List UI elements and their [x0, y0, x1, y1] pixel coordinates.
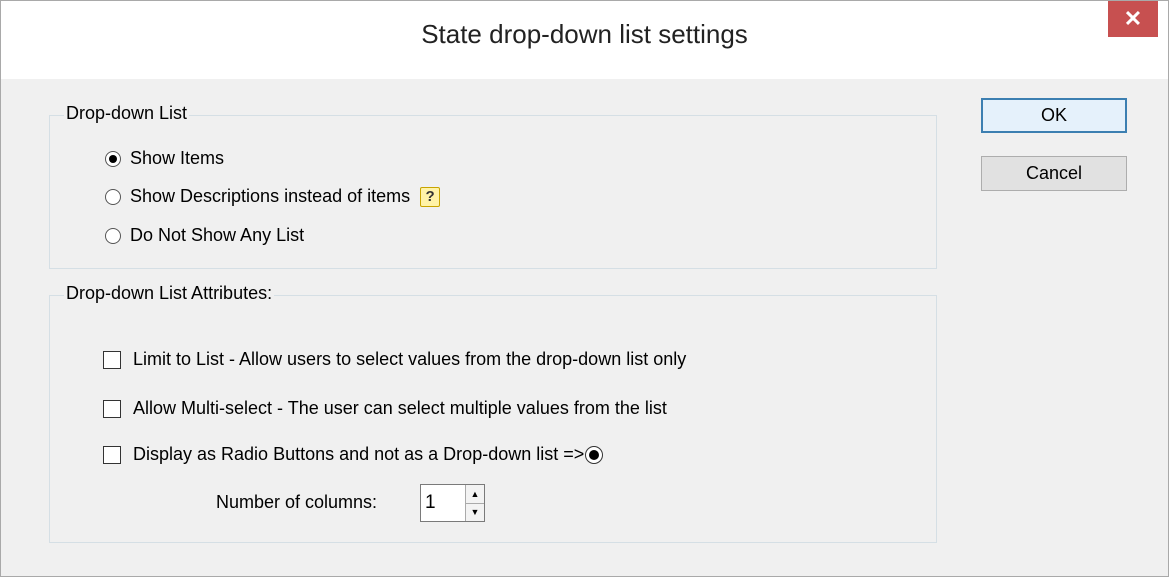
checkbox-label: Allow Multi-select - The user can select… — [133, 398, 667, 418]
dialog-title: State drop-down list settings — [421, 19, 748, 49]
help-icon[interactable]: ? — [420, 186, 441, 207]
radio-do-not-show[interactable]: Do Not Show Any List — [105, 225, 304, 246]
columns-value[interactable]: 1 — [421, 485, 465, 521]
attributes-group-label: Drop-down List Attributes: — [64, 283, 275, 304]
close-icon: ✕ — [1123, 6, 1143, 31]
radio-label: Show Items — [130, 148, 225, 168]
dropdown-list-group: Drop-down List Show Items Show Descripti… — [49, 103, 937, 269]
ok-button[interactable]: OK — [981, 98, 1127, 133]
dropdown-list-group-label: Drop-down List — [64, 103, 190, 124]
checkbox-limit-to-list[interactable]: Limit to List - Allow users to select va… — [103, 349, 686, 370]
checkbox-label: Limit to List - Allow users to select va… — [133, 349, 687, 369]
checkbox-display-radio[interactable]: Display as Radio Buttons and not as a Dr… — [103, 444, 604, 465]
checkbox[interactable] — [103, 399, 121, 418]
radio-button[interactable] — [105, 227, 121, 244]
spinner-arrows: ▲ ▼ — [465, 485, 484, 521]
radio-button[interactable] — [105, 150, 121, 167]
checkbox-allow-multiselect[interactable]: Allow Multi-select - The user can select… — [103, 398, 667, 419]
checkbox-label: Display as Radio Buttons and not as a Dr… — [133, 444, 585, 464]
close-button[interactable]: ✕ — [1108, 1, 1158, 37]
cancel-button-label: Cancel — [1025, 163, 1083, 183]
columns-label: Number of columns: — [216, 492, 378, 512]
attributes-group: Drop-down List Attributes: Limit to List… — [49, 283, 937, 543]
spin-up-icon[interactable]: ▲ — [466, 485, 484, 503]
cancel-button[interactable]: Cancel — [981, 156, 1127, 191]
radio-label: Do Not Show Any List — [130, 225, 305, 245]
radio-show-items[interactable]: Show Items — [105, 148, 224, 169]
radio-show-descriptions[interactable]: Show Descriptions instead of items ? — [105, 186, 441, 207]
ok-button-label: OK — [1040, 105, 1067, 125]
checkbox[interactable] — [103, 350, 121, 369]
title-bar: State drop-down list settings ✕ — [1, 1, 1168, 79]
radio-button[interactable] — [105, 188, 121, 205]
radio-preview-icon — [585, 445, 604, 464]
dialog-window: State drop-down list settings ✕ Drop-dow… — [0, 0, 1169, 577]
checkbox[interactable] — [103, 445, 121, 464]
columns-spinner[interactable]: 1 ▲ ▼ — [420, 484, 485, 522]
spin-down-icon[interactable]: ▼ — [466, 502, 484, 521]
radio-label: Show Descriptions instead of items — [130, 186, 411, 206]
